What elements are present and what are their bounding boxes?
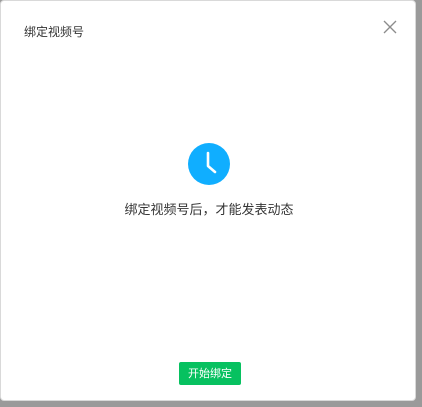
dialog-title: 绑定视频号	[24, 25, 85, 39]
close-icon[interactable]	[381, 18, 399, 36]
bind-channels-dialog: 绑定视频号 绑定视频号后，才能发表动态 开始绑定	[0, 0, 416, 401]
start-binding-button[interactable]: 开始绑定	[179, 362, 241, 385]
clock-icon	[188, 143, 230, 185]
bind-hint-message: 绑定视频号后，才能发表动态	[124, 203, 294, 218]
